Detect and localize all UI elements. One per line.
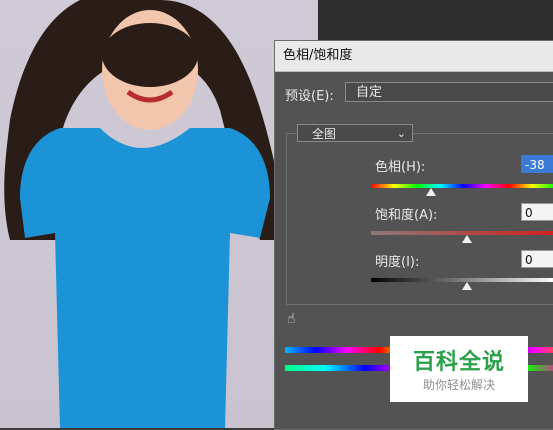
watermark-title: 百科全说 [412, 350, 505, 375]
chevron-down-icon: ⌄ [396, 127, 406, 140]
hue-slider-track[interactable] [371, 184, 553, 188]
preset-label: 预设(E): [285, 89, 334, 104]
saturation-value-field[interactable]: 0 [521, 203, 553, 221]
dialog-title: 色相/饱和度 [275, 41, 553, 72]
saturation-label: 饱和度(A): [375, 208, 438, 223]
hand-icon[interactable]: ☝ [287, 311, 303, 327]
hue-slider-thumb[interactable] [426, 188, 436, 196]
channel-value: 全图 [312, 127, 337, 141]
channel-dropdown[interactable]: 全图 ⌄ [297, 124, 413, 142]
lightness-label: 明度(I): [375, 255, 420, 270]
watermark-logo: 百科全说 助你轻松解决 [390, 336, 528, 402]
saturation-slider-thumb[interactable] [462, 235, 472, 243]
watermark-subtitle: 助你轻松解决 [422, 378, 495, 392]
lightness-slider-thumb[interactable] [462, 282, 472, 290]
preset-dropdown[interactable]: 自定 [345, 82, 553, 102]
lightness-value-field[interactable]: 0 [521, 250, 553, 268]
hue-value-field[interactable]: -38 [521, 155, 553, 173]
hue-label: 色相(H): [375, 160, 426, 175]
blue-shirt-graphic [20, 128, 270, 428]
